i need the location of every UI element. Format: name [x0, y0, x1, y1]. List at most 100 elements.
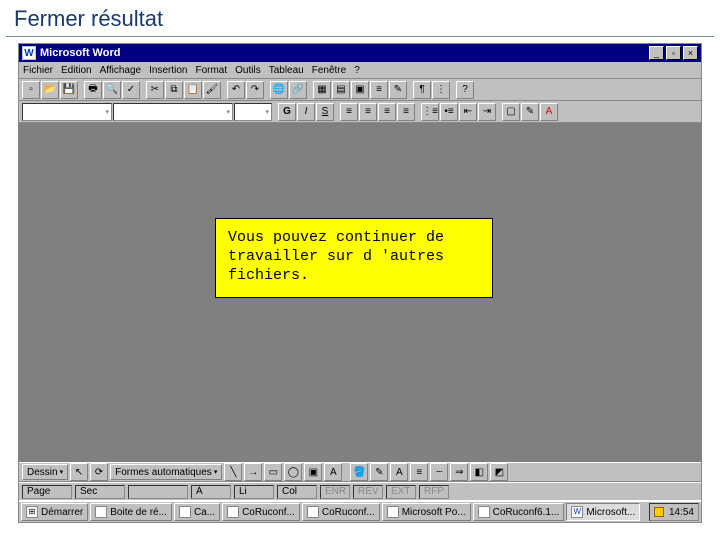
hyperlink-icon[interactable]: 🌐 [270, 81, 288, 99]
menu-format[interactable]: Format [195, 65, 227, 76]
wordart-icon[interactable]: A [324, 463, 342, 481]
underline-icon[interactable]: S [316, 103, 334, 121]
undo-icon[interactable]: ↶ [227, 81, 245, 99]
preview-icon[interactable]: 🔍 [103, 81, 121, 99]
status-col: Col [277, 485, 317, 499]
minimize-button[interactable]: _ [649, 46, 664, 60]
redo-icon[interactable]: ↷ [246, 81, 264, 99]
menu-tools[interactable]: Outils [235, 65, 261, 76]
taskbar-item-2[interactable]: CoRuconf... [222, 503, 300, 521]
decrease-indent-icon[interactable]: ⇤ [459, 103, 477, 121]
info-callout: Vous pouvez continuer de travailler sur … [215, 218, 493, 298]
status-section: Sec [75, 485, 125, 499]
taskbar-item-0[interactable]: Boite de ré... [90, 503, 172, 521]
columns-icon[interactable]: ≡ [370, 81, 388, 99]
format-painter-icon[interactable]: 🖌 [203, 81, 221, 99]
status-at: À [191, 485, 231, 499]
menu-table[interactable]: Tableau [269, 65, 304, 76]
menubar: Fichier Edition Affichage Insertion Form… [19, 62, 701, 79]
app-icon [307, 506, 319, 518]
arrow-icon[interactable]: → [244, 463, 262, 481]
maximize-button[interactable]: ▫ [666, 46, 681, 60]
app-icon [387, 506, 399, 518]
bold-icon[interactable]: G [278, 103, 296, 121]
open-icon[interactable]: 📂 [41, 81, 59, 99]
app-icon [478, 506, 490, 518]
web-toolbar-icon[interactable]: 🔗 [289, 81, 307, 99]
menu-file[interactable]: Fichier [23, 65, 53, 76]
save-icon[interactable]: 💾 [60, 81, 78, 99]
spellcheck-icon[interactable]: ✓ [122, 81, 140, 99]
font-combo[interactable]: ▾ [113, 103, 233, 121]
highlight-icon[interactable]: ✎ [521, 103, 539, 121]
status-rec: ENR [320, 485, 350, 499]
align-right-icon[interactable]: ≡ [378, 103, 396, 121]
status-line: Li [234, 485, 274, 499]
menu-insert[interactable]: Insertion [149, 65, 187, 76]
help-icon[interactable]: ? [456, 81, 474, 99]
taskbar-item-6[interactable]: WMicrosoft... [566, 503, 640, 521]
menu-edit[interactable]: Edition [61, 65, 92, 76]
borders-icon[interactable]: ▢ [502, 103, 520, 121]
increase-indent-icon[interactable]: ⇥ [478, 103, 496, 121]
document-area: Vous pouvez continuer de travailler sur … [19, 123, 701, 462]
draw-menu[interactable]: Dessin▾ [22, 464, 68, 480]
taskbar-item-4[interactable]: Microsoft Po... [382, 503, 471, 521]
drawing-toolbar: Dessin▾ ↖ ⟳ Formes automatiques▾ ╲ → ▭ ◯… [19, 462, 701, 482]
cut-icon[interactable]: ✂ [146, 81, 164, 99]
menu-window[interactable]: Fenêtre [312, 65, 346, 76]
line-color-icon[interactable]: ✎ [370, 463, 388, 481]
size-combo[interactable]: ▾ [234, 103, 272, 121]
3d-icon[interactable]: ◩ [490, 463, 508, 481]
show-hide-icon[interactable]: ⋮ [432, 81, 450, 99]
font-color-icon[interactable]: A [540, 103, 558, 121]
menu-view[interactable]: Affichage [100, 65, 142, 76]
align-center-icon[interactable]: ≡ [359, 103, 377, 121]
italic-icon[interactable]: I [297, 103, 315, 121]
document-map-icon[interactable]: ¶ [413, 81, 431, 99]
font-color-icon-draw[interactable]: A [390, 463, 408, 481]
app-icon [179, 506, 191, 518]
bullets-icon[interactable]: •≡ [440, 103, 458, 121]
print-icon[interactable]: 🖶 [84, 81, 102, 99]
line-style-icon[interactable]: ≡ [410, 463, 428, 481]
taskbar-item-5[interactable]: CoRuconf6.1... [473, 503, 565, 521]
standard-toolbar: ▫ 📂 💾 🖶 🔍 ✓ ✂ ⧉ 📋 🖌 ↶ ↷ 🌐 🔗 ▦ ▤ ▣ ≡ ✎ ¶ … [19, 79, 701, 101]
tray-icon[interactable] [654, 507, 664, 517]
insert-table-icon[interactable]: ▤ [332, 81, 350, 99]
justify-icon[interactable]: ≡ [397, 103, 415, 121]
paste-icon[interactable]: 📋 [184, 81, 202, 99]
drawing-icon[interactable]: ✎ [389, 81, 407, 99]
slide-title: Fermer résultat [6, 0, 714, 37]
numbering-icon[interactable]: ⋮≡ [421, 103, 439, 121]
window-title: Microsoft Word [40, 47, 120, 59]
autoshapes-menu[interactable]: Formes automatiques▾ [110, 464, 222, 480]
copy-icon[interactable]: ⧉ [165, 81, 183, 99]
select-objects-icon[interactable]: ↖ [70, 463, 88, 481]
clock: 14:54 [669, 507, 694, 518]
rectangle-icon[interactable]: ▭ [264, 463, 282, 481]
new-doc-icon[interactable]: ▫ [22, 81, 40, 99]
excel-icon[interactable]: ▣ [351, 81, 369, 99]
caption-buttons: _ ▫ × [647, 46, 698, 60]
arrow-style-icon[interactable]: ⇒ [450, 463, 468, 481]
menu-help[interactable]: ? [354, 65, 360, 76]
taskbar-item-1[interactable]: Ca... [174, 503, 220, 521]
align-left-icon[interactable]: ≡ [340, 103, 358, 121]
tables-borders-icon[interactable]: ▦ [313, 81, 331, 99]
oval-icon[interactable]: ◯ [284, 463, 302, 481]
start-button[interactable]: ⊞ Démarrer [21, 503, 88, 521]
line-icon[interactable]: ╲ [224, 463, 242, 481]
dash-style-icon[interactable]: ┄ [430, 463, 448, 481]
fill-color-icon[interactable]: 🪣 [350, 463, 368, 481]
rotate-icon[interactable]: ⟳ [90, 463, 108, 481]
titlebar: W Microsoft Word _ ▫ × [19, 44, 701, 62]
close-button[interactable]: × [683, 46, 698, 60]
app-icon [95, 506, 107, 518]
textbox-icon[interactable]: ▣ [304, 463, 322, 481]
status-page: Page [22, 485, 72, 499]
windows-icon: ⊞ [26, 506, 38, 518]
shadow-icon[interactable]: ◧ [470, 463, 488, 481]
style-combo[interactable]: ▾ [22, 103, 112, 121]
taskbar-item-3[interactable]: CoRuconf... [302, 503, 380, 521]
